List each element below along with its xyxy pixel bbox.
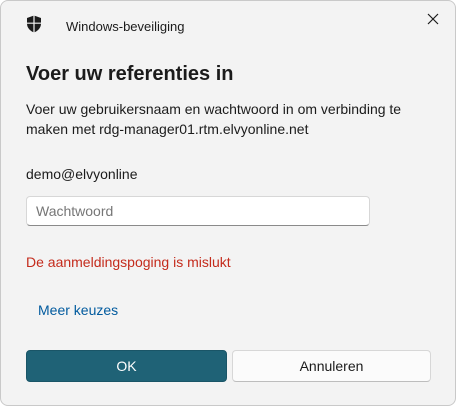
error-message: De aanmeldingspoging is mislukt: [26, 254, 231, 270]
shield-icon: [27, 15, 41, 33]
cancel-button[interactable]: Annuleren: [232, 350, 431, 382]
cancel-button-label: Annuleren: [299, 358, 364, 374]
ok-button[interactable]: OK: [26, 350, 227, 382]
close-icon[interactable]: [425, 11, 441, 27]
dialog-description: Voer uw gebruikersnaam en wachtwoord in …: [26, 101, 402, 137]
password-field[interactable]: [26, 196, 370, 226]
title-bar: Windows-beveiliging: [1, 1, 455, 47]
more-choices-link[interactable]: Meer keuzes: [38, 302, 118, 318]
username-label: demo@elvyonline: [26, 166, 138, 182]
credential-dialog: Windows-beveiliging Voer uw referenties …: [0, 0, 456, 406]
window-title: Windows-beveiliging: [66, 19, 185, 34]
dialog-heading: Voer uw referenties in: [26, 63, 234, 85]
ok-button-label: OK: [116, 358, 137, 374]
